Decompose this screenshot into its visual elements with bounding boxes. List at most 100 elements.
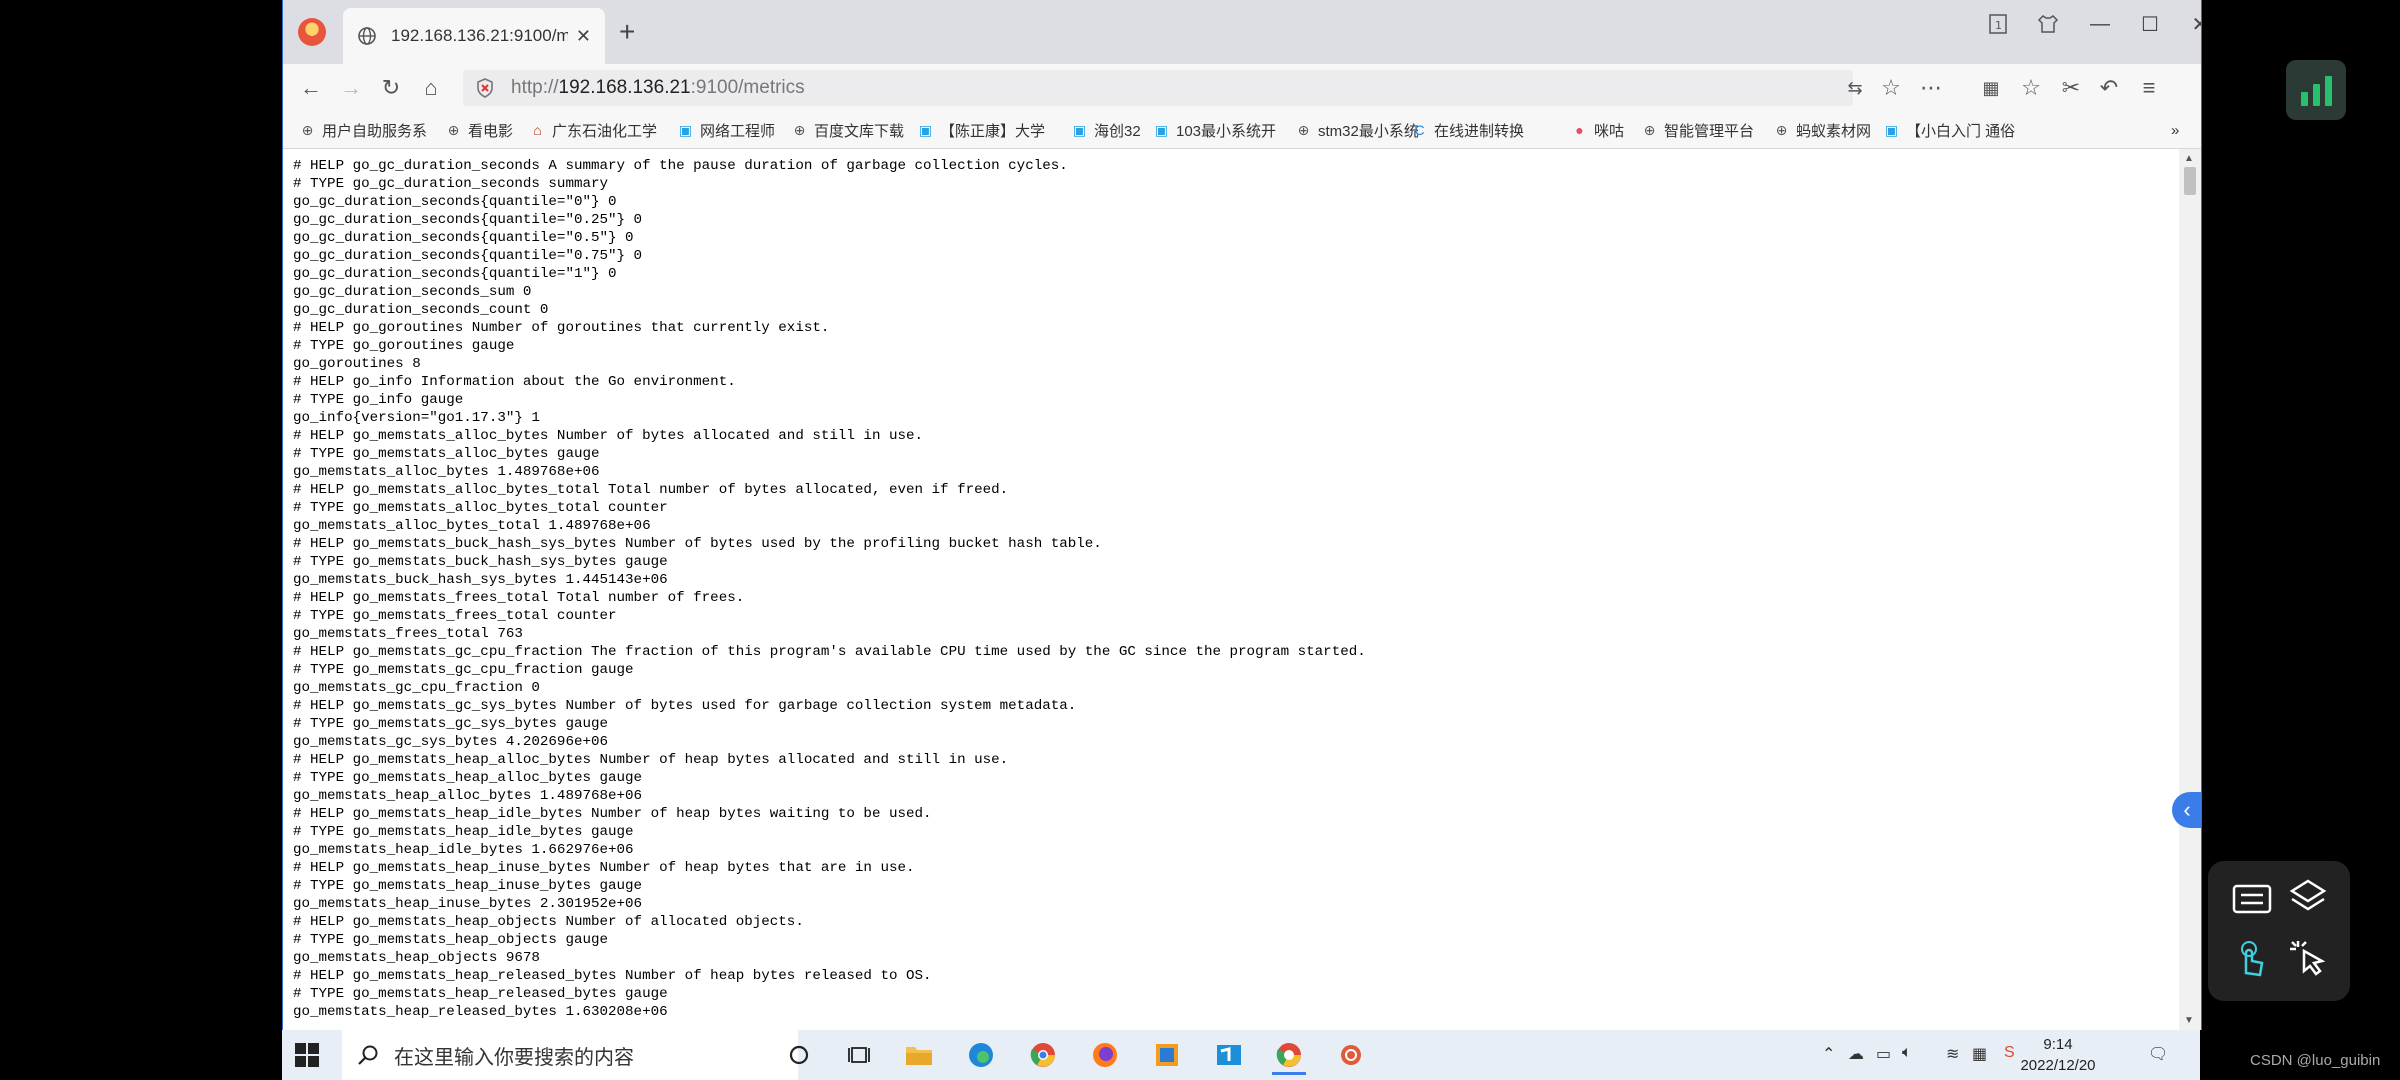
metrics-line: go_gc_duration_seconds_sum 0 [293,284,532,300]
cursor-click-icon[interactable] [2284,933,2332,981]
onedrive-icon[interactable]: ☁ [1848,1044,1864,1064]
scrollbar-thumb[interactable] [2184,167,2196,195]
bookmark-item[interactable]: ▣ 海创32 [1071,112,1141,148]
bookmark-item[interactable]: ⊕ 用户自助服务系 [299,112,427,148]
scroll-down-icon[interactable]: ▼ [2184,1015,2194,1026]
taskbar-search-box[interactable]: 在这里输入你要搜索的内容 [342,1030,798,1080]
notification-center-icon[interactable]: 🗨︎ [2148,1044,2168,1064]
screenshot-scissors-icon[interactable]: ✂ [2053,70,2089,106]
file-explorer-icon[interactable] [902,1038,936,1072]
address-bar[interactable]: http://192.168.136.21:9100/metrics [463,70,1853,106]
volume-icon[interactable]: 🔈︎ [1902,1044,1912,1062]
undo-close-icon[interactable]: ↶ [2091,70,2127,106]
migu-icon: ● [1575,122,1584,138]
scroll-up-icon[interactable]: ▲ [2184,153,2194,164]
tab-count-icon[interactable]: 1 [1973,6,2023,42]
new-tab-button[interactable]: + [619,16,635,48]
bar-chart-app-icon[interactable] [2286,60,2346,120]
bookmark-item[interactable]: C 在线进制转换 [1411,112,1524,148]
close-tab-icon[interactable]: ✕ [576,26,591,47]
bookmark-item[interactable]: ● 咪咕 [1571,112,1624,148]
bookmarks-bar: ⊕ 用户自助服务系 ⊕ 看电影 ⌂ 广东石油化工学 ▣ 网络工程师 ⊕ 百度文库下载 ▣ 【陈正康】大… [283,112,2201,149]
metrics-line: # TYPE go_memstats_frees_total counter [293,608,617,624]
more-bookmarks-icon[interactable]: » [2171,112,2179,148]
more-options-icon[interactable]: ⋯ [1913,70,1949,106]
network-icon[interactable]: ▦ [1972,1044,1987,1064]
metrics-line: # TYPE go_memstats_heap_idle_bytes gauge [293,824,634,840]
bookmark-label: 看电影 [468,122,514,140]
bookmark-star-icon[interactable]: ☆ [1873,70,1909,106]
clock-date: 2022/12/20 [2020,1057,2096,1074]
browser-logo-icon[interactable] [298,18,326,46]
side-panel-collapse-icon[interactable]: ‹ [2172,792,2201,828]
snail-app-icon[interactable] [1334,1038,1368,1072]
metrics-line: go_memstats_frees_total 763 [293,626,523,642]
close-window-button[interactable]: ✕ [2175,6,2201,42]
back-button[interactable]: ← [293,70,329,106]
home-button[interactable]: ⌂ [413,70,449,106]
metrics-line: go_memstats_heap_idle_bytes 1.662976e+06 [293,842,634,858]
show-hidden-icons[interactable]: ⌃ [1822,1044,1835,1064]
bookmark-label: 网络工程师 [700,122,776,140]
ime-icon[interactable]: S [2004,1044,2015,1062]
bookmark-item[interactable]: ⊕ 百度文库下载 [791,112,904,148]
browser-window: 192.168.136.21:9100/metric ✕ + 1 — ☐ ✕ ←… [282,0,2202,1030]
browser-taskbar-icon[interactable] [1272,1038,1306,1075]
touch-hand-icon[interactable] [2228,935,2276,983]
cortana-icon[interactable] [782,1038,816,1072]
bookmark-label: 百度文库下载 [814,122,905,140]
floating-tool-panel [2208,861,2350,1001]
metrics-line: go_memstats_alloc_bytes 1.489768e+06 [293,464,600,480]
reload-button[interactable]: ↻ [373,70,409,106]
not-secure-icon[interactable] [475,78,495,98]
bookmark-item[interactable]: ▣ 103最小系统开 [1153,112,1276,148]
extensions-grid-icon[interactable]: ▦ [1973,70,2009,106]
active-tab[interactable]: 192.168.136.21:9100/metric ✕ [343,8,605,64]
app-window-icon[interactable] [1150,1038,1184,1072]
bookmark-item[interactable]: ⊕ 智能管理平台 [1641,112,1754,148]
globe-icon: ⊕ [1643,121,1656,138]
metrics-text: # HELP go_gc_duration_seconds A summary … [283,149,2179,1021]
bookmark-item[interactable]: ⊕ stm32最小系统 [1295,112,1419,148]
forward-button[interactable]: → [333,70,369,106]
metrics-line: # HELP go_memstats_gc_cpu_fraction The f… [293,644,1366,660]
app-icon-bar [2312,84,2320,106]
menu-icon[interactable]: ≡ [2131,70,2167,106]
bookmark-item[interactable]: ▣ 网络工程师 [677,112,775,148]
keyboard-icon[interactable] [2228,875,2276,923]
metrics-line: go_gc_duration_seconds{quantile="0.5"} 0 [293,230,634,246]
edge-browser-icon[interactable] [964,1038,998,1072]
bookmark-item[interactable]: ⊕ 看电影 [445,112,513,148]
bookmark-item[interactable]: ▣ 【陈正康】大学 [917,112,1045,148]
url-text: http://192.168.136.21:9100/metrics [511,77,805,99]
bookmark-item[interactable]: ⌂ 广东石油化工学 [529,112,657,148]
bilibili-icon: ▣ [918,121,933,138]
bookmark-label: 【小白入门 通俗 [1906,122,2016,140]
task-view-icon[interactable] [842,1038,876,1072]
chrome-icon[interactable] [1026,1038,1060,1072]
metrics-line: go_memstats_heap_released_bytes 1.630208… [293,1004,668,1020]
metrics-line: go_memstats_alloc_bytes_total 1.489768e+… [293,518,651,534]
favorites-list-icon[interactable]: ☆ [2013,70,2049,106]
translate-icon[interactable]: ⇆ [1837,70,1873,106]
maximize-button[interactable]: ☐ [2125,6,2175,42]
bookmark-label: 蚂蚁素材网 [1796,122,1872,140]
battery-icon[interactable]: ▭ [1876,1044,1891,1064]
metrics-line: go_memstats_buck_hash_sys_bytes 1.445143… [293,572,668,588]
tab-bar: 192.168.136.21:9100/metric ✕ + 1 — ☐ ✕ [283,0,2201,64]
bookmark-item[interactable]: ▣ 【小白入门 通俗 [1883,112,2015,148]
vertical-scrollbar[interactable]: ▲ ▼ [2179,149,2201,1030]
layers-icon[interactable] [2284,873,2332,921]
metrics-line: # HELP go_gc_duration_seconds A summary … [293,158,1068,174]
minimize-button[interactable]: — [2075,6,2125,42]
mobaxterm-icon[interactable] [1212,1038,1246,1072]
skin-icon[interactable] [2023,6,2073,42]
bookmark-item[interactable]: ⊕ 蚂蚁素材网 [1773,112,1871,148]
url-host: 192.168.136.21 [558,77,691,98]
firefox-icon[interactable] [1088,1038,1122,1072]
windows-start-icon[interactable] [292,1040,322,1070]
bilibili-icon: ▣ [1072,121,1087,138]
metrics-line: go_memstats_heap_objects 9678 [293,950,540,966]
system-clock[interactable]: 9:14 2022/12/20 [2018,1034,2098,1076]
wifi-icon[interactable]: ≋ [1946,1044,1959,1064]
